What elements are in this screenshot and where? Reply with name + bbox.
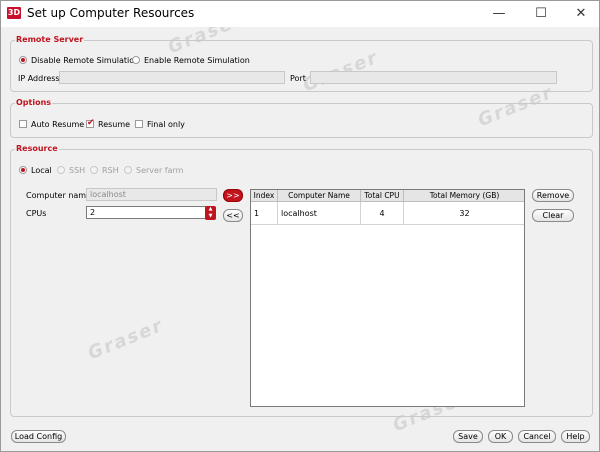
auto-resume-label[interactable]: Auto Resume [31,120,84,129]
column-header-total-cpu[interactable]: Total CPU [360,190,404,202]
window-title: Set up Computer Resources [27,6,195,20]
stepper-up-icon[interactable]: ▲ [205,206,216,213]
cell-total-cpu: 4 [360,201,404,225]
server-farm-radio [124,166,132,174]
ssh-label: SSH [69,166,86,175]
remove-resource-arrow-button[interactable]: << [223,209,243,222]
add-resource-button[interactable]: >> [223,189,243,202]
ssh-radio [57,166,65,174]
cell-computer-name: localhost [277,201,361,225]
disable-remote-label[interactable]: Disable Remote Simulation [31,56,139,65]
computer-name-label: Computer name [26,191,91,200]
maximize-icon[interactable]: ☐ [526,1,556,27]
cancel-button[interactable]: Cancel [518,430,556,443]
ip-address-input[interactable] [59,71,285,84]
resume-checkbox[interactable] [86,118,95,128]
computer-name-input[interactable]: localhost [86,188,217,201]
resume-label[interactable]: Resume [98,120,130,129]
title-bar: 3D Set up Computer Resources — ☐ ✕ [1,1,599,27]
enable-remote-label[interactable]: Enable Remote Simulation [144,56,250,65]
column-header-index[interactable]: Index [251,190,278,202]
rsh-radio [90,166,98,174]
final-only-label[interactable]: Final only [147,120,185,129]
rsh-label: RSH [102,166,119,175]
column-header-total-memory[interactable]: Total Memory (GB) [403,190,524,202]
column-header-computer-name[interactable]: Computer Name [277,190,361,202]
table-row[interactable]: 1 localhost 4 32 [251,201,524,225]
dialog-window: Graser Graser Graser Graser Graser Grase… [0,0,600,452]
cpus-label: CPUs [26,209,47,218]
cell-total-memory: 32 [403,201,524,225]
cpus-input[interactable]: 2 [86,206,206,219]
options-legend: Options [15,98,53,107]
cell-index: 1 [251,201,278,225]
remove-button[interactable]: Remove [532,189,574,202]
cpus-stepper[interactable]: ▲ ▼ [205,206,216,220]
load-config-button[interactable]: Load Config [11,430,66,443]
local-label[interactable]: Local [31,166,52,175]
stepper-down-icon[interactable]: ▼ [205,213,216,220]
ok-button[interactable]: OK [488,430,513,443]
resource-table: Index Computer Name Total CPU Total Memo… [250,189,525,407]
close-icon[interactable]: ✕ [566,1,596,27]
remote-server-group [10,40,593,92]
port-label: Port [290,74,306,83]
enable-remote-radio[interactable] [132,56,140,64]
minimize-icon[interactable]: — [484,1,514,27]
help-button[interactable]: Help [561,430,590,443]
app-logo-icon: 3D [7,7,21,19]
final-only-checkbox[interactable] [135,120,143,128]
local-radio[interactable] [19,166,27,174]
disable-remote-radio[interactable] [19,56,27,64]
ip-address-label: IP Address [18,74,60,83]
auto-resume-checkbox[interactable] [19,120,27,128]
server-farm-label: Server farm [136,166,184,175]
resource-legend: Resource [15,144,59,153]
save-button[interactable]: Save [453,430,483,443]
remote-server-legend: Remote Server [15,35,85,44]
clear-button[interactable]: Clear [532,209,574,222]
port-input[interactable] [310,71,557,84]
